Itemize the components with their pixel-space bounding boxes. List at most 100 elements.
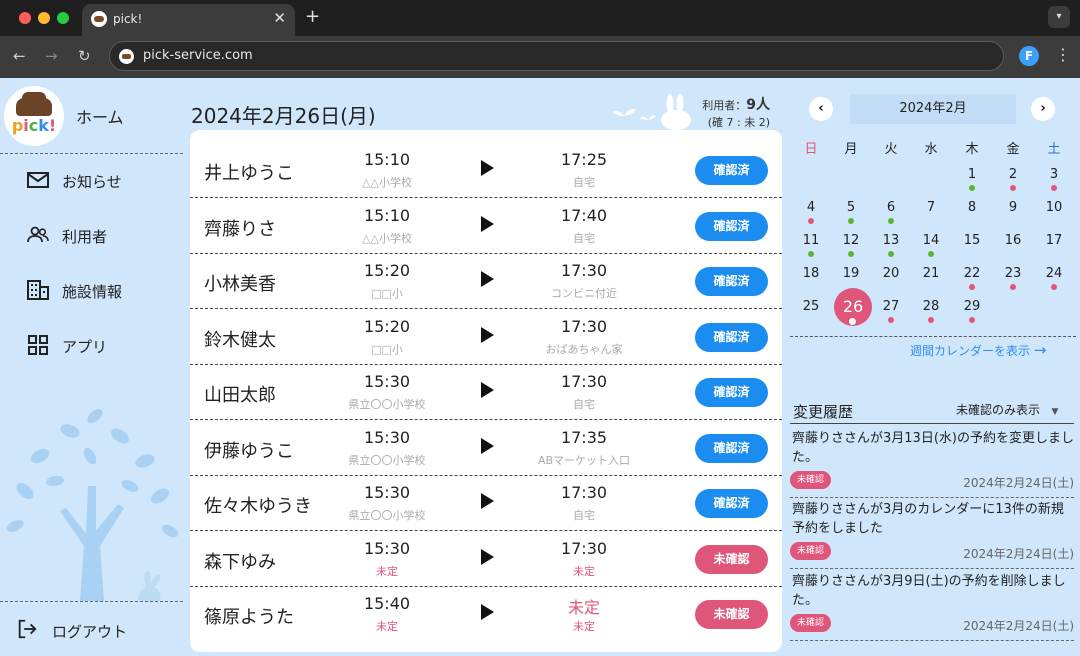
schedule-row[interactable]: 山田太郎 15:30 県立〇〇小学校 17:30 自宅 確認済 [190,365,782,420]
dropoff-place: 未定 [573,620,595,633]
calendar-day[interactable]: 27 [876,299,906,314]
calendar-day[interactable]: 15 [957,233,987,248]
calendar-day[interactable]: 19 [836,266,866,281]
weekly-calendar-link[interactable]: 週間カレンダーを表示 → [910,341,1046,359]
calendar-prev-button[interactable]: ‹ [809,97,833,121]
close-window-button[interactable] [19,12,31,24]
status-button[interactable]: 未確認 [695,600,768,629]
history-item[interactable]: 齊藤りささんが3月9日(土)の予約を削除しました。 未確認 2024年2月24日(土… [790,569,1074,641]
calendar-day[interactable]: 1 [957,167,987,182]
calendar-day[interactable]: 29 [957,299,987,314]
profile-avatar[interactable]: F [1019,46,1039,66]
calendar-day[interactable]: 23 [998,266,1028,281]
schedule-row[interactable]: 井上ゆうこ 15:10 △△小学校 17:25 自宅 確認済 [190,143,782,198]
calendar-day[interactable]: 22 [957,266,987,281]
calendar-day[interactable]: 3 [1039,167,1069,182]
tab-search-button[interactable]: ▾ [1048,6,1070,28]
status-button[interactable]: 確認済 [695,156,768,185]
schedule-row[interactable]: 伊藤ゆうこ 15:30 県立〇〇小学校 17:35 ABマーケット入口 確認済 [190,421,782,476]
calendar-day[interactable]: 5 [836,200,866,215]
calendar-day-dot [849,318,856,325]
status-button[interactable]: 確認済 [695,378,768,407]
schedule-row[interactable]: 佐々木ゆうき 15:30 県立〇〇小学校 17:30 自宅 確認済 [190,476,782,531]
user-name[interactable]: 篠原ようた [204,603,294,629]
calendar-day[interactable]: 20 [876,266,906,281]
minimize-window-button[interactable] [38,12,50,24]
calendar-day[interactable]: 17 [1039,233,1069,248]
status-button[interactable]: 確認済 [695,323,768,352]
zoom-window-button[interactable] [57,12,69,24]
schedule-row[interactable]: 小林美香 15:20 □□小 17:30 コンビニ付近 確認済 [190,254,782,309]
user-name[interactable]: 小林美香 [204,270,276,296]
user-name[interactable]: 森下ゆみ [204,548,276,574]
calendar-day[interactable]: 10 [1039,200,1069,215]
schedule-row[interactable]: 森下ゆみ 15:30 未定 17:30 未定 未確認 [190,532,782,587]
close-tab-icon[interactable]: ✕ [273,9,286,27]
url-text[interactable]: pick-service.com [143,48,253,63]
calendar-day[interactable]: 18 [796,266,826,281]
pickup-place: △△小学校 [362,176,412,189]
user-name[interactable]: 山田太郎 [204,381,276,407]
history-divider [790,423,1074,424]
user-name[interactable]: 佐々木ゆうき [204,492,312,518]
history-filter-dropdown[interactable]: 未確認のみ表示 ▼ [956,401,1058,418]
building-icon [27,280,49,300]
user-name[interactable]: 齊藤りさ [204,215,276,241]
schedule-row[interactable]: 齊藤りさ 15:10 △△小学校 17:40 自宅 確認済 [190,199,782,254]
history-text: 齊藤りささんが3月13日(水)の予約を変更しました。 [792,431,1074,465]
calendar-day[interactable]: 25 [796,299,826,314]
calendar-day[interactable]: 12 [836,233,866,248]
reload-icon[interactable]: ↻ [78,47,91,65]
sidebar-divider [0,601,183,602]
new-tab-button[interactable]: + [305,6,320,27]
calendar-day[interactable]: 2 [998,167,1028,182]
pick-logo[interactable]: pick! [4,86,64,146]
history-item[interactable]: 齊藤りささんが3月のカレンダーに13件の新規予約をしました 未確認 2024年2月2… [790,497,1074,569]
browser-menu-icon[interactable]: ⋮ [1055,45,1071,64]
user-name[interactable]: 鈴木健太 [204,326,276,352]
calendar-day[interactable]: 24 [1039,266,1069,281]
history-filter-label: 未確認のみ表示 [956,403,1041,417]
status-button[interactable]: 確認済 [695,212,768,241]
calendar-day[interactable]: 6 [876,200,906,215]
status-button[interactable]: 確認済 [695,489,768,518]
site-info-icon[interactable] [119,49,134,64]
history-item[interactable]: 齊藤りささんが3月13日(水)の予約を変更しました。 未確認 2024年2月24日(… [790,426,1074,498]
calendar-day-dot [888,317,894,323]
history-separator [790,640,1074,641]
calendar-day[interactable]: 7 [916,200,946,215]
schedule-row[interactable]: 篠原ようた 15:40 未定 未定 未定 未確認 [190,587,782,642]
calendar-day[interactable]: 8 [957,200,987,215]
calendar-day[interactable]: 14 [916,233,946,248]
forward-icon[interactable]: → [45,47,58,65]
user-name[interactable]: 伊藤ゆうこ [204,437,294,463]
calendar-day[interactable]: 4 [796,200,826,215]
home-link[interactable]: ホーム [76,104,124,128]
calendar-day[interactable]: 13 [876,233,906,248]
logout-icon [18,619,37,639]
status-button[interactable]: 確認済 [695,267,768,296]
calendar-day[interactable]: 9 [998,200,1028,215]
calendar-day[interactable]: 16 [998,233,1028,248]
status-button[interactable]: 確認済 [695,434,768,463]
users-count: 利用者：9人 [700,94,770,114]
address-bar[interactable]: pick-service.com [109,41,1004,71]
calendar-day-dot [888,251,894,257]
users-status-summary: (確 7 : 未 2) [707,116,770,129]
back-icon[interactable]: ← [13,47,26,65]
browser-tab[interactable]: pick! ✕ [82,4,295,36]
calendar-day[interactable]: 11 [796,233,826,248]
status-button[interactable]: 未確認 [695,545,768,574]
calendar-day[interactable]: 21 [916,266,946,281]
calendar-next-button[interactable]: › [1031,97,1055,121]
dropoff-place: おばあちゃん家 [545,343,623,356]
user-name[interactable]: 井上ゆうこ [204,159,294,185]
page-title: 2024年2月26日(月) [191,104,376,128]
play-arrow-icon [481,604,494,620]
schedule-row[interactable]: 鈴木健太 15:20 □□小 17:30 おばあちゃん家 確認済 [190,310,782,365]
calendar-day[interactable]: 28 [916,299,946,314]
play-arrow-icon [481,382,494,398]
pickup-time: 15:30 [363,483,411,502]
calendar-divider [790,336,1076,337]
tree-illustration [6,409,179,601]
